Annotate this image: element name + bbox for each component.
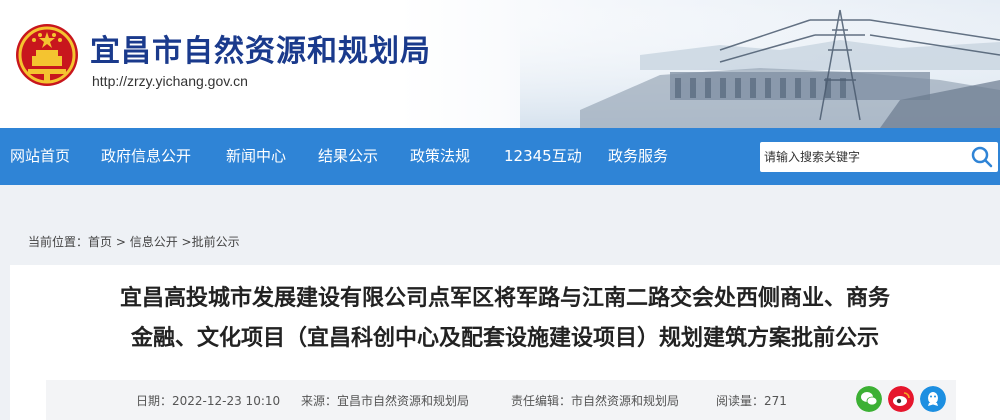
- site-title: 宜昌市自然资源和规划局: [90, 34, 431, 69]
- publish-date: 日期：2022-12-23 10:10: [136, 394, 281, 408]
- article-title-line-2: 金融、文化项目（宜昌科创中心及配套设施建设项目）规划建筑方案批前公示: [130, 326, 879, 351]
- nav-item-news[interactable]: 新闻中心: [226, 128, 286, 185]
- nav-item-12345[interactable]: 12345互动: [504, 128, 582, 185]
- search-input[interactable]: [760, 142, 960, 172]
- wechat-icon[interactable]: [856, 386, 882, 412]
- breadcrumb-home-link[interactable]: 首页: [88, 235, 112, 249]
- breadcrumb-label: 当前位置：: [28, 235, 89, 249]
- breadcrumb: 当前位置：首页 > 信息公开 >批前公示: [28, 233, 240, 250]
- breadcrumb-info-link[interactable]: 信息公开: [130, 235, 178, 249]
- article-meta-bar: 日期：2022-12-23 10:10 来源：宜昌市自然资源和规划局 责任编辑：…: [46, 380, 956, 420]
- view-count: 阅读量：271: [716, 394, 787, 408]
- article-title-line-1: 宜昌高投城市发展建设有限公司点军区将军路与江南二路交会处西侧商业、商务: [119, 286, 890, 311]
- search-icon[interactable]: [970, 145, 994, 169]
- nav-item-gov-info[interactable]: 政府信息公开: [101, 128, 191, 185]
- nav-item-policy[interactable]: 政策法规: [410, 128, 470, 185]
- breadcrumb-separator: >: [177, 235, 192, 249]
- search-box: [760, 142, 998, 172]
- nav-item-home[interactable]: 网站首页: [10, 128, 70, 185]
- site-header: 宜昌市自然资源和规划局 http://zrzy.yichang.gov.cn: [0, 0, 1000, 128]
- dam-scenery-image: [520, 0, 1000, 128]
- article-editor: 责任编辑：市自然资源和规划局: [511, 394, 680, 408]
- article-title: 宜昌高投城市发展建设有限公司点军区将军路与江南二路交会处西侧商业、商务 金融、文…: [10, 279, 1000, 359]
- weibo-icon[interactable]: [888, 386, 914, 412]
- article-card: 当前位置：首页 > 信息公开 >批前公示 宜昌高投城市发展建设有限公司点军区将军…: [10, 213, 1000, 420]
- site-url: http://zrzy.yichang.gov.cn: [92, 73, 248, 89]
- article-source: 来源：宜昌市自然资源和规划局: [301, 394, 470, 408]
- breadcrumb-bar: 当前位置：首页 > 信息公开 >批前公示: [10, 213, 1000, 265]
- nav-item-services[interactable]: 政务服务: [608, 128, 668, 185]
- national-emblem-icon: [16, 24, 78, 86]
- qq-icon[interactable]: [920, 386, 946, 412]
- breadcrumb-separator: >: [112, 235, 130, 249]
- breadcrumb-current-link[interactable]: 批前公示: [192, 235, 240, 249]
- nav-item-results[interactable]: 结果公示: [318, 128, 378, 185]
